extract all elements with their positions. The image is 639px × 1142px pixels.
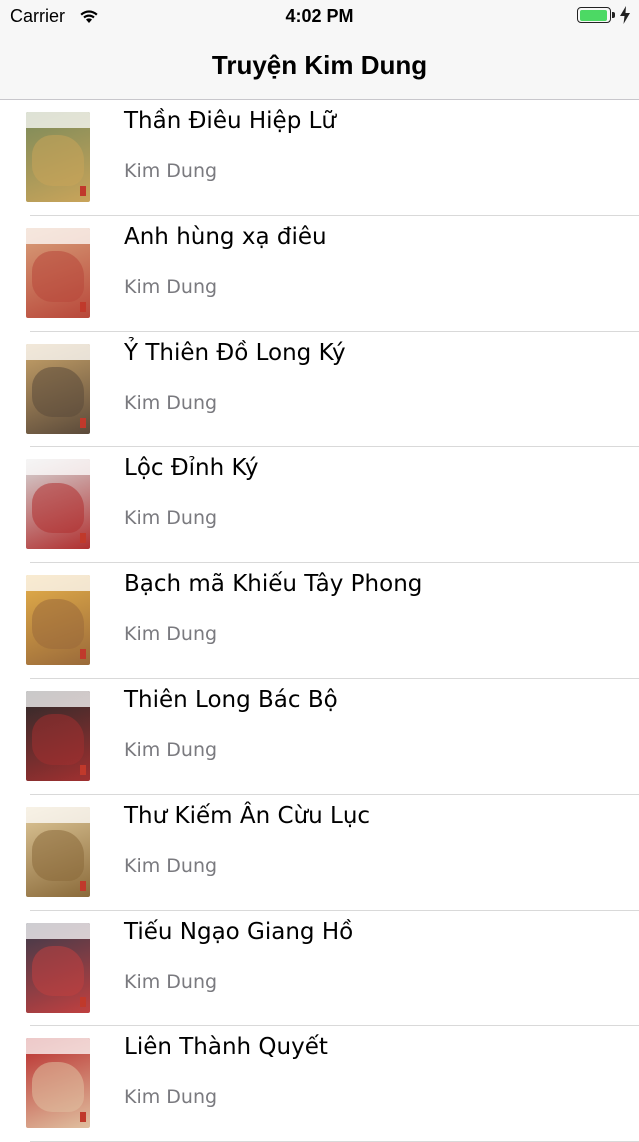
- book-title: Lộc Đỉnh Ký: [124, 455, 259, 482]
- book-row[interactable]: Lộc Đỉnh Ký Kim Dung: [0, 447, 639, 564]
- book-title: Ỷ Thiên Đồ Long Ký: [124, 339, 346, 366]
- book-title: Tiếu Ngạo Giang Hồ: [124, 918, 354, 945]
- book-cover-image: [26, 806, 90, 897]
- book-author: Kim Dung: [124, 160, 218, 182]
- book-title: Anh hùng xạ điêu: [124, 223, 327, 250]
- book-author: Kim Dung: [124, 854, 218, 877]
- book-list[interactable]: Thần Điêu Hiệp Lữ Kim Dung Anh hùng xạ điê…: [0, 100, 639, 1142]
- book-row[interactable]: Thư Kiếm Ân Cừu Lục Kim Dung: [0, 795, 639, 911]
- page-title: Truyện Kim Dung: [211, 50, 428, 80]
- book-author: Kim Dung: [124, 275, 218, 298]
- book-author: Kim Dung: [124, 738, 218, 761]
- book-author: Kim Dung: [124, 623, 218, 646]
- book-title: Liên Thành Quyết: [124, 1034, 328, 1061]
- book-row[interactable]: Ỷ Thiên Đồ Long Ký Kim Dung: [0, 332, 639, 448]
- charging-bolt-icon: [620, 6, 630, 29]
- book-row[interactable]: Bạch mã Khiếu Tây Phong Kim Dung: [0, 563, 639, 679]
- clock: 4:02 PM: [285, 6, 354, 26]
- book-cover-image: [26, 343, 90, 434]
- book-cover-image: [26, 922, 90, 1013]
- book-title: Bạch mã Khiếu Tây Phong: [124, 571, 423, 598]
- book-title: Thần Điêu Hiệp Lữ: [124, 108, 336, 134]
- book-author: Kim Dung: [124, 1086, 218, 1109]
- book-author: Kim Dung: [124, 391, 218, 414]
- book-row[interactable]: Thần Điêu Hiệp Lữ Kim Dung: [0, 100, 639, 216]
- book-title: Thư Kiếm Ân Cừu Lục: [124, 802, 371, 829]
- book-row[interactable]: Anh hùng xạ điêu Kim Dung: [0, 216, 639, 332]
- book-title: Thiên Long Bác Bộ: [124, 686, 338, 713]
- book-cover-image: [26, 575, 90, 666]
- book-cover-image: [26, 1038, 90, 1129]
- book-author: Kim Dung: [124, 970, 218, 993]
- status-bar: Carrier 4:02 PM: [0, 0, 639, 34]
- book-row[interactable]: Liên Thành Quyết Kim Dung: [0, 1026, 639, 1142]
- book-row[interactable]: Tiếu Ngạo Giang Hồ Kim Dung: [0, 911, 639, 1027]
- book-cover-image: [26, 227, 90, 318]
- book-cover-image: [26, 459, 90, 550]
- book-author: Kim Dung: [124, 507, 218, 530]
- battery-icon: [577, 7, 615, 25]
- navigation-bar: Truyện Kim Dung: [0, 34, 639, 100]
- book-cover-image: [26, 112, 90, 202]
- book-cover-image: [26, 690, 90, 781]
- book-row[interactable]: Thiên Long Bác Bộ Kim Dung: [0, 679, 639, 795]
